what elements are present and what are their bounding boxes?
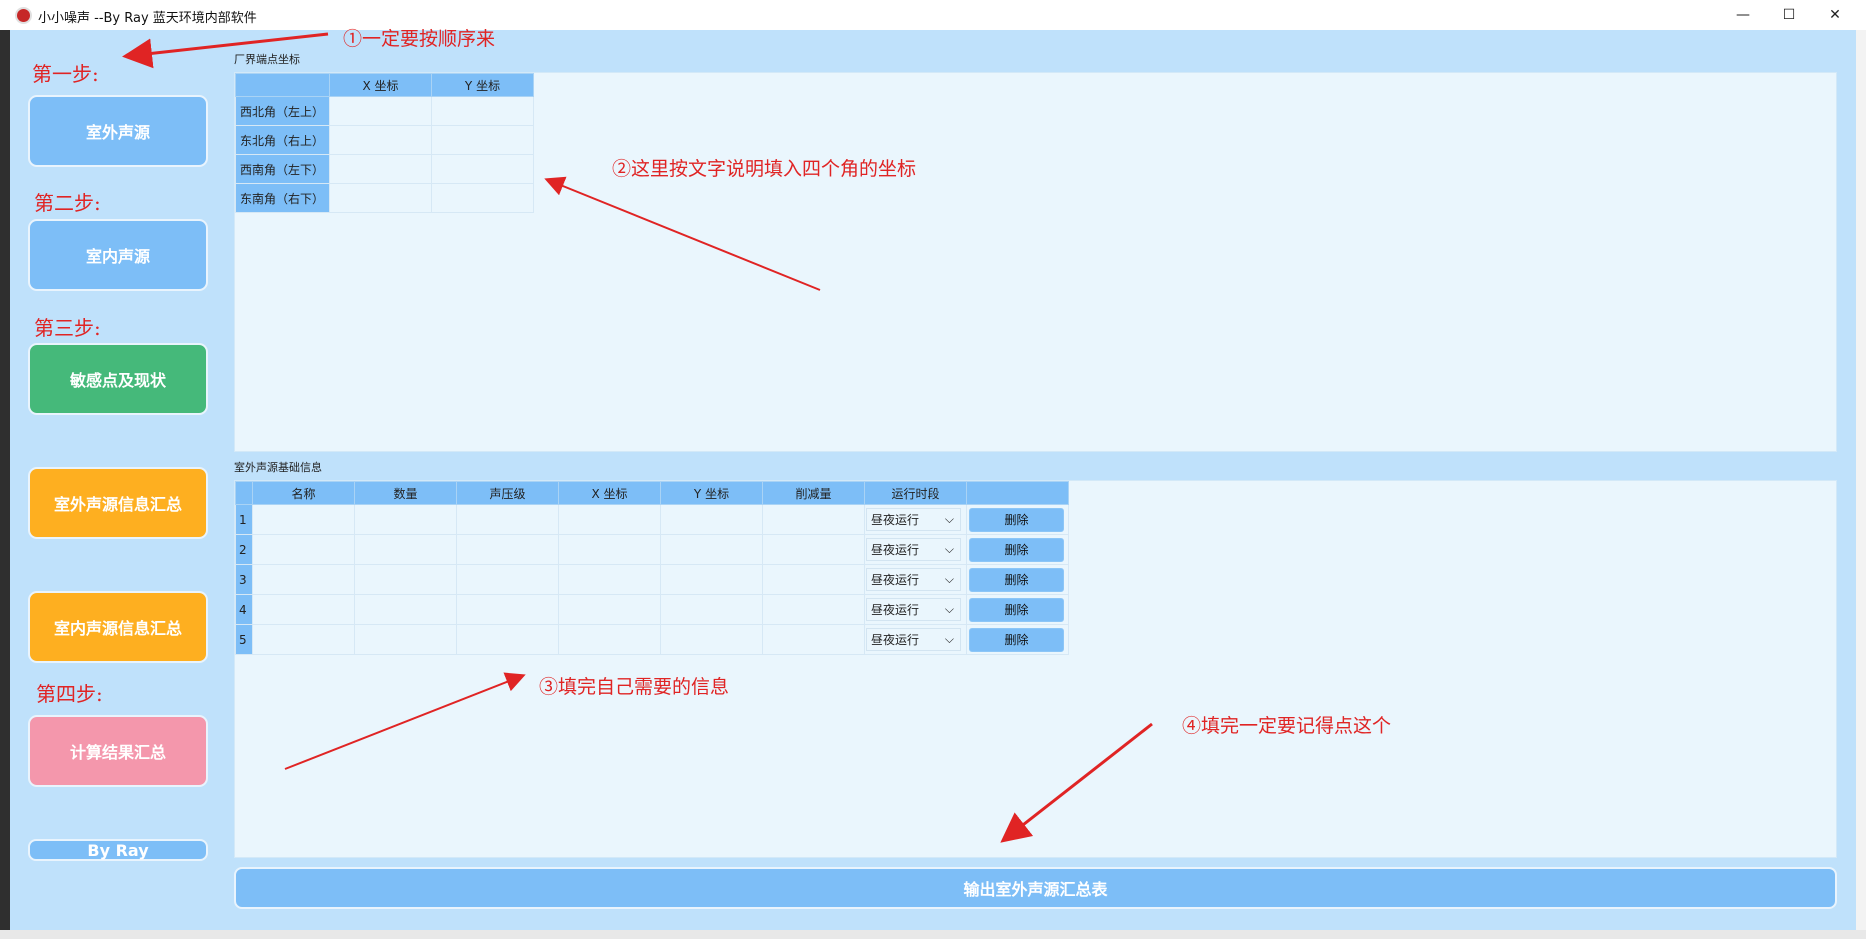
annotation-arrows xyxy=(122,32,1153,843)
arrow-3 xyxy=(284,672,526,770)
arrow-1 xyxy=(122,32,329,69)
arrow-4 xyxy=(1000,722,1153,843)
arrow-2 xyxy=(544,176,821,291)
